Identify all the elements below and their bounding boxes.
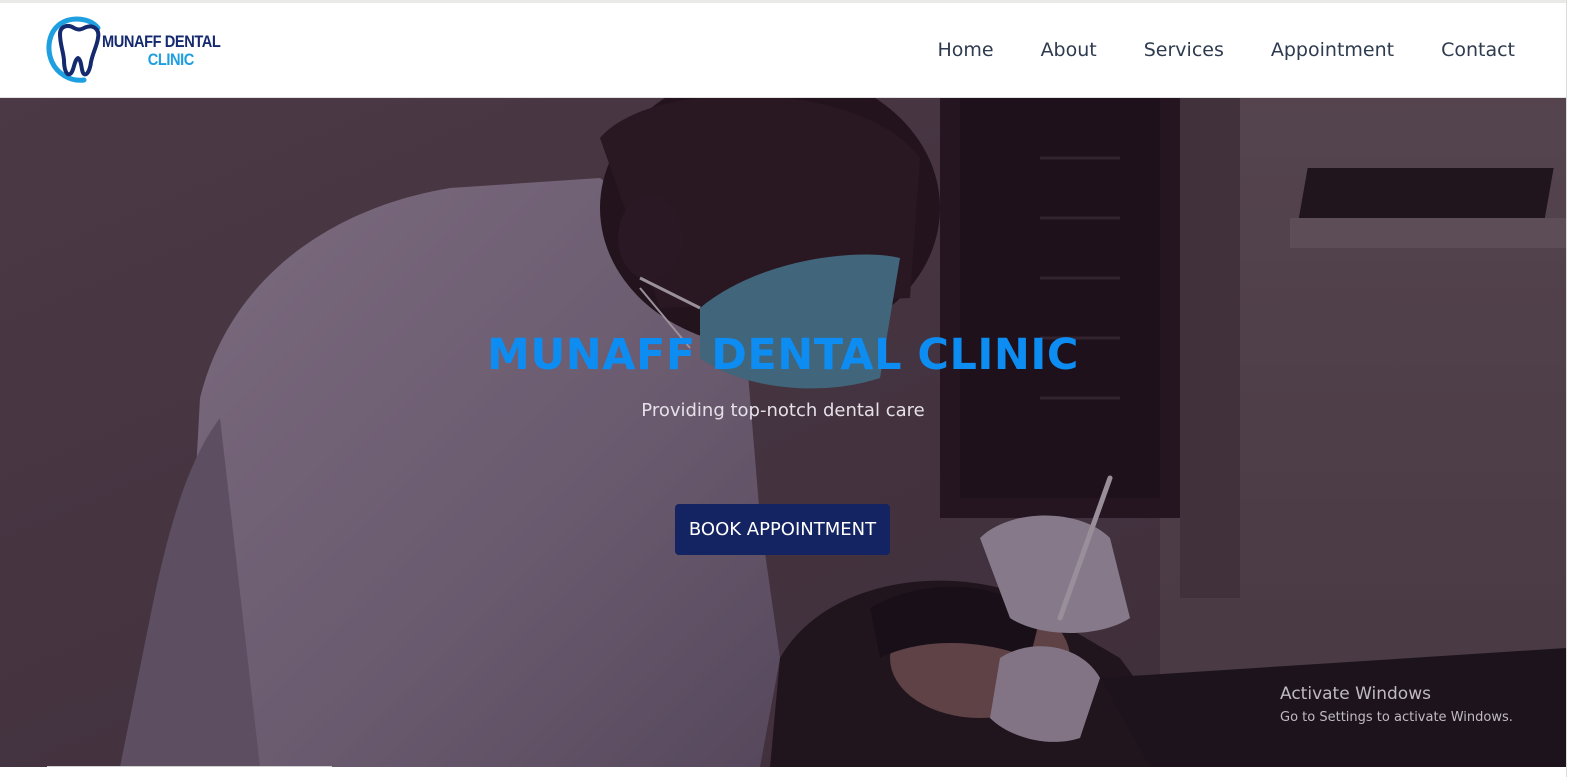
book-appointment-button[interactable]: BOOK APPOINTMENT	[675, 504, 890, 555]
hero-section: MUNAFF DENTAL CLINIC Providing top-notch…	[0, 98, 1566, 767]
logo-wordmark: MUNAFF DENTAL CLINIC	[102, 33, 240, 68]
nav-appointment-link[interactable]: Appointment	[1271, 39, 1394, 61]
site-header: MUNAFF DENTAL CLINIC Home About Services…	[0, 3, 1566, 98]
bottom-strip	[0, 767, 1566, 777]
logo-line-1: MUNAFF DENTAL	[102, 31, 221, 51]
hero-subtitle: Providing top-notch dental care	[641, 400, 925, 421]
logo-line-2: CLINIC	[147, 49, 195, 69]
tooth-logo-icon	[46, 16, 101, 83]
hero-content: MUNAFF DENTAL CLINIC Providing top-notch…	[0, 98, 1566, 767]
main-nav: Home About Services Appointment Contact	[937, 3, 1515, 97]
page-scrollbar[interactable]	[1566, 0, 1586, 777]
nav-services-link[interactable]: Services	[1144, 39, 1224, 61]
bottom-divider	[47, 766, 332, 767]
windows-activation-watermark: Activate Windows Go to Settings to activ…	[1280, 684, 1513, 725]
watermark-title: Activate Windows	[1280, 684, 1431, 704]
nav-contact-link[interactable]: Contact	[1441, 39, 1515, 61]
nav-home-link[interactable]: Home	[937, 39, 993, 61]
watermark-subtitle: Go to Settings to activate Windows.	[1280, 710, 1513, 725]
hero-title: MUNAFF DENTAL CLINIC	[487, 330, 1079, 380]
nav-about-link[interactable]: About	[1041, 39, 1097, 61]
clinic-logo[interactable]: MUNAFF DENTAL CLINIC	[46, 10, 226, 90]
